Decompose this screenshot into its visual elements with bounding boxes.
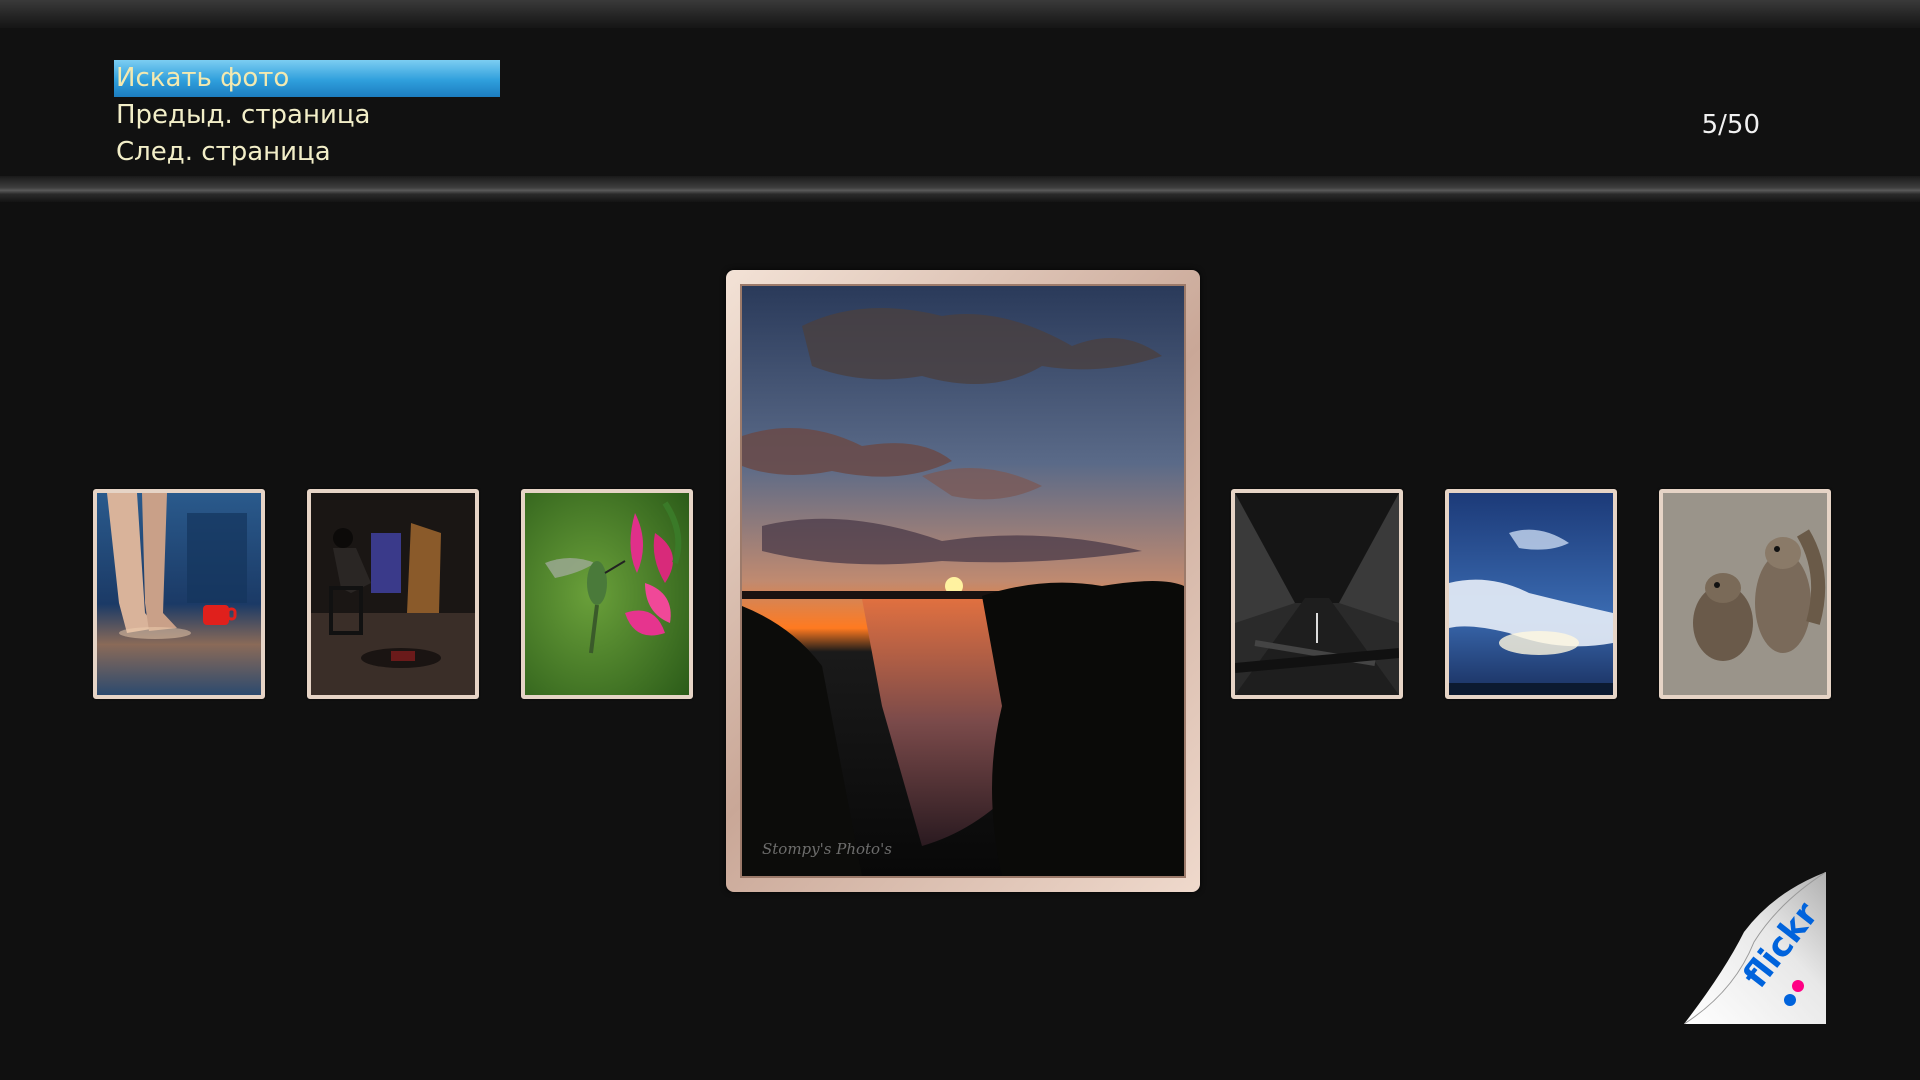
top-band [0,0,1920,28]
photo-sunset-lake [742,286,1184,876]
photo-road [1235,493,1399,695]
flickr-page-curl-icon: flickr [1683,871,1827,1025]
page-counter: 5/50 [1701,110,1760,140]
menu-item-search-photos[interactable]: Искать фото [114,60,500,97]
menu-item-next-page[interactable]: След. страница [114,134,504,171]
photo-thumbnail-6[interactable] [1445,489,1617,699]
photo-thumbnail-7[interactable] [1659,489,1831,699]
photo-hummingbird [525,493,689,695]
photo-watermark: Stompy's Photo's [762,840,892,858]
photo-squirrels [1663,493,1827,695]
photo-feet-cup [97,493,261,695]
flickr-photo-browser: Искать фото Предыд. страница След. стран… [0,0,1920,1080]
header-divider [0,176,1920,202]
photo-thumbnail-5[interactable] [1231,489,1403,699]
flickr-logo: flickr [1683,871,1827,1025]
menu-item-previous-page[interactable]: Предыд. страница [114,97,504,134]
photo-sky [1449,493,1613,695]
photo-thumbnail-2[interactable] [307,489,479,699]
photo-thumbnail-3[interactable] [521,489,693,699]
photo-person-stool [311,493,475,695]
selected-photo[interactable]: Stompy's Photo's [726,270,1200,892]
photo-thumbnail-1[interactable] [93,489,265,699]
options-menu: Искать фото Предыд. страница След. стран… [114,60,504,171]
selected-photo-image: Stompy's Photo's [740,284,1186,878]
